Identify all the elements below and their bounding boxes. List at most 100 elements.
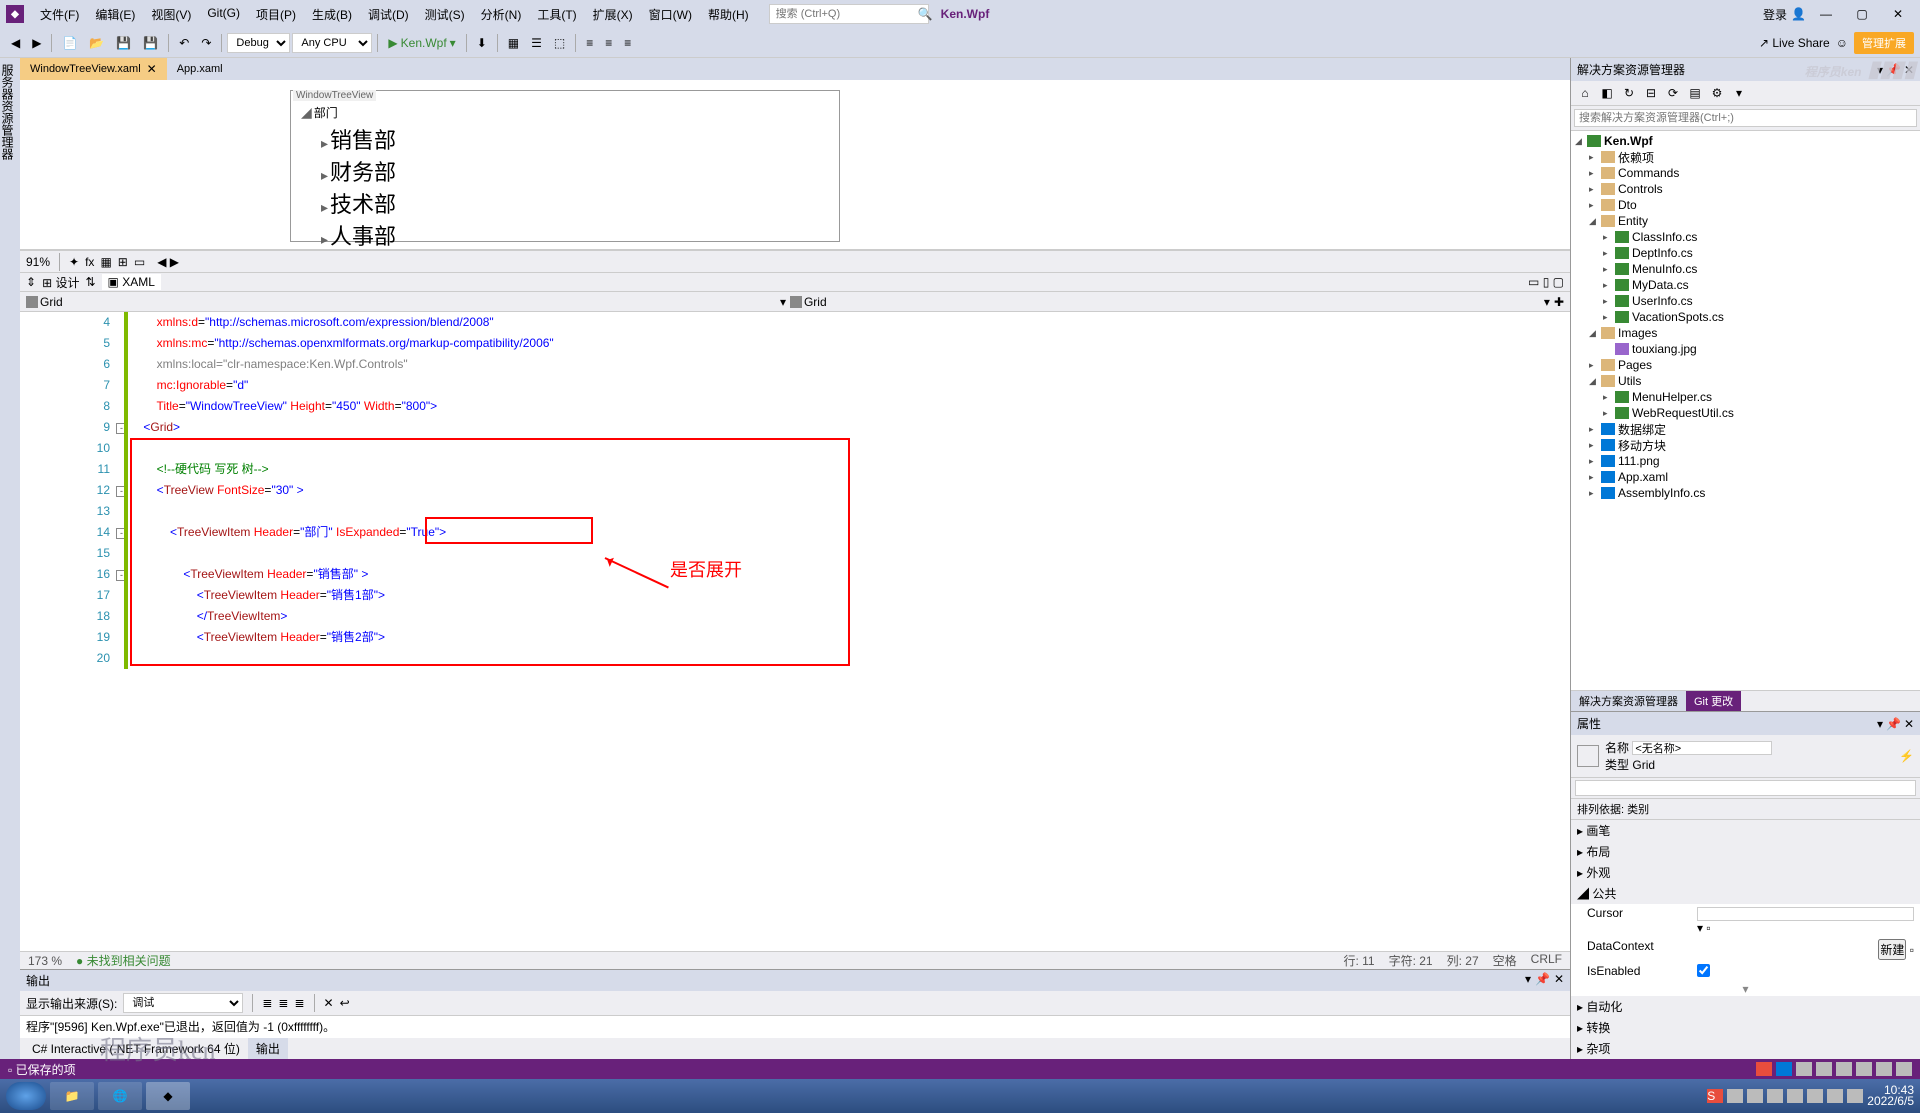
tb-icon-1[interactable]: ▦ (503, 33, 524, 53)
output-pin-icon[interactable]: 📌 (1535, 972, 1550, 989)
tray-icon[interactable] (1796, 1062, 1812, 1076)
code-line[interactable] (130, 501, 1570, 522)
code-line[interactable]: mc:Ignorable="d" (130, 375, 1570, 396)
manage-extensions-button[interactable]: 管理扩展 (1854, 32, 1914, 54)
menu-GitG[interactable]: Git(G) (199, 2, 248, 27)
output-tb-2[interactable]: ≣ (278, 996, 288, 1010)
code-line[interactable]: <!--硬代码 写死 树--> (130, 459, 1570, 480)
tree-node[interactable]: ▸Commands (1571, 165, 1920, 181)
snap-icon[interactable]: ⊞ (118, 255, 128, 269)
tree-node[interactable]: ▸依赖项 (1571, 149, 1920, 165)
swap-icon[interactable]: ⇅ (85, 275, 95, 289)
menu-扩展X[interactable]: 扩展(X) (585, 2, 641, 27)
config-combo[interactable]: Debug (227, 33, 290, 53)
close-button[interactable]: ✕ (1882, 2, 1914, 26)
tray-icon[interactable] (1827, 1089, 1843, 1103)
code-line[interactable]: xmlns:local="clr-namespace:Ken.Wpf.Contr… (130, 354, 1570, 375)
tree-node[interactable]: ▸AssemblyInfo.cs (1571, 485, 1920, 501)
tree-item[interactable]: ▸销售部 (321, 123, 829, 155)
user-icon[interactable]: 👤 (1791, 7, 1806, 21)
nav-back-button[interactable]: ◀ (6, 33, 25, 53)
sol-tb-icon[interactable]: ◧ (1597, 84, 1617, 102)
tree-node[interactable]: ▸MenuHelper.cs (1571, 389, 1920, 405)
code-line[interactable]: <TreeViewItem Header="销售1部"> (130, 585, 1570, 606)
open-button[interactable]: 📂 (84, 33, 109, 53)
prop-search-input[interactable] (1575, 780, 1916, 796)
new-datacontext-button[interactable]: 新建 (1878, 939, 1906, 960)
fx-icon[interactable]: fx (85, 255, 94, 269)
props-dropdown-icon[interactable]: ▾ (1877, 717, 1883, 731)
tree-node[interactable]: ▸数据绑定 (1571, 421, 1920, 437)
menu-视图V[interactable]: 视图(V) (143, 2, 199, 27)
output-dropdown-icon[interactable]: ▾ (1525, 972, 1531, 989)
tb-icon-4[interactable]: ≡ (581, 33, 598, 53)
tree-node[interactable]: ▸Dto (1571, 197, 1920, 213)
output-tab-output[interactable]: 输出 (248, 1038, 288, 1059)
clock-date[interactable]: 2022/6/5 (1867, 1096, 1914, 1107)
tree-node[interactable]: ▸DeptInfo.cs (1571, 245, 1920, 261)
tree-node[interactable]: ◢Ken.Wpf (1571, 133, 1920, 149)
taskbar-vs[interactable]: ◆ (146, 1082, 190, 1110)
tree-item[interactable]: ▸人事部 (321, 219, 829, 251)
panel-dropdown-icon[interactable]: ▾ (1877, 63, 1883, 77)
prop-category[interactable]: ▸ 画笔 (1571, 820, 1920, 841)
tray-icon[interactable] (1756, 1062, 1772, 1076)
tree-expander-icon[interactable]: ◢ (301, 104, 312, 120)
code-line[interactable]: Title="WindowTreeView" Height="450" Widt… (130, 396, 1570, 417)
code-line[interactable]: <TreeView FontSize="30" > (130, 480, 1570, 501)
save-all-button[interactable]: 💾 (138, 33, 163, 53)
tray-icon[interactable] (1747, 1089, 1763, 1103)
tb-icon-6[interactable]: ≡ (619, 33, 636, 53)
save-button[interactable]: 💾 (111, 33, 136, 53)
issues-indicator[interactable]: ● 未找到相关问题 (76, 952, 171, 969)
panel-pin-icon[interactable]: 📌 (1886, 63, 1901, 77)
ruler-icon[interactable]: ▭ (134, 255, 145, 269)
code-zoom[interactable]: 173 % (28, 954, 62, 968)
tb-icon-3[interactable]: ⬚ (549, 33, 570, 53)
code-line[interactable]: </TreeViewItem> (130, 606, 1570, 627)
solution-search-input[interactable] (1574, 109, 1917, 127)
code-line[interactable] (130, 438, 1570, 459)
tray-icon[interactable] (1787, 1089, 1803, 1103)
tray-icon[interactable] (1836, 1062, 1852, 1076)
xaml-designer[interactable]: WindowTreeView ◢部门 ▸销售部▸财务部▸技术部▸人事部 (20, 80, 1570, 250)
line-ending[interactable]: CRLF (1531, 952, 1562, 969)
menu-分析N[interactable]: 分析(N) (473, 2, 530, 27)
output-close-icon[interactable]: ✕ (1554, 972, 1564, 989)
tray-icon[interactable] (1776, 1062, 1792, 1076)
doc-tab[interactable]: WindowTreeView.xaml ✕ (20, 58, 167, 80)
sol-tb-icon[interactable]: ⊟ (1641, 84, 1661, 102)
menu-帮助H[interactable]: 帮助(H) (700, 2, 757, 27)
new-project-button[interactable]: 📄 (57, 33, 82, 53)
breadcrumb-1[interactable]: Grid (26, 295, 63, 309)
tray-icon[interactable] (1876, 1062, 1892, 1076)
live-share-button[interactable]: ↗ Live Share (1759, 36, 1830, 50)
prop-events-icon[interactable]: ⚡ (1899, 749, 1914, 763)
prop-category[interactable]: ▸ 转换 (1571, 1017, 1920, 1038)
sol-tb-icon[interactable]: ⚙ (1707, 84, 1727, 102)
menu-项目P[interactable]: 项目(P) (248, 2, 304, 27)
output-clear-icon[interactable]: ✕ (324, 996, 334, 1010)
code-line[interactable]: xmlns:mc="http://schemas.openxmlformats.… (130, 333, 1570, 354)
solution-explorer-tab[interactable]: 解决方案资源管理器 (1571, 691, 1686, 711)
prop-category[interactable]: ▸ 自动化 (1571, 996, 1920, 1017)
quick-search[interactable]: 🔍 (769, 4, 929, 24)
tree-node[interactable]: ▸移动方块 (1571, 437, 1920, 453)
menu-测试S[interactable]: 测试(S) (417, 2, 473, 27)
redo-button[interactable]: ↷ (196, 33, 216, 53)
tree-node[interactable]: ▸WebRequestUtil.cs (1571, 405, 1920, 421)
xaml-tab[interactable]: ▣ XAML (102, 274, 161, 290)
code-line[interactable]: xmlns:d="http://schemas.microsoft.com/ex… (130, 312, 1570, 333)
split-layout-icons[interactable]: ▭ ▯ ▢ (1528, 275, 1564, 289)
sol-home-icon[interactable]: ⌂ (1575, 84, 1595, 102)
taskbar-chrome[interactable]: 🌐 (98, 1082, 142, 1110)
menu-文件F[interactable]: 文件(F) (32, 2, 87, 27)
tree-node[interactable]: ▸VacationSpots.cs (1571, 309, 1920, 325)
tree-node[interactable]: ◢Images (1571, 325, 1920, 341)
tree-node[interactable]: ◢Entity (1571, 213, 1920, 229)
tree-node[interactable]: ▸Controls (1571, 181, 1920, 197)
run-button[interactable]: ▶ Ken.Wpf ▾ (383, 33, 460, 53)
tree-node[interactable]: ▸ClassInfo.cs (1571, 229, 1920, 245)
tree-node[interactable]: ▸MenuInfo.cs (1571, 261, 1920, 277)
tray-icon[interactable]: S (1707, 1089, 1723, 1103)
